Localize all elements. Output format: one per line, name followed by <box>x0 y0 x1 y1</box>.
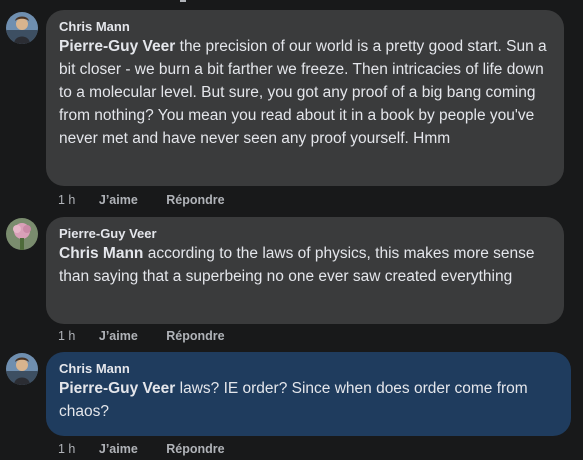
comment-author[interactable]: Chris Mann <box>59 19 552 35</box>
profile-photo-avatar-icon <box>6 218 38 250</box>
profile-photo-avatar-icon <box>6 353 38 385</box>
author-avatar[interactable] <box>6 353 38 385</box>
comment-actions: 1 h J’aime Répondre <box>58 441 225 457</box>
like-button[interactable]: J’aime <box>99 192 138 208</box>
mention-link[interactable]: Chris Mann <box>59 245 143 262</box>
comment-text: Pierre-Guy Veer laws? IE order? Since wh… <box>59 377 559 423</box>
comment-time[interactable]: 1 h <box>58 192 75 208</box>
comment-author[interactable]: Chris Mann <box>59 361 559 377</box>
profile-photo-avatar-icon <box>6 12 38 44</box>
comment-bubble: Pierre-Guy Veer Chris Mann according to … <box>46 217 564 324</box>
mention-link[interactable]: Pierre-Guy Veer <box>59 38 175 55</box>
comment-time[interactable]: 1 h <box>58 441 75 457</box>
reply-button[interactable]: Répondre <box>166 328 224 344</box>
comment-author[interactable]: Pierre-Guy Veer <box>59 226 552 242</box>
reply-button[interactable]: Répondre <box>166 192 224 208</box>
comment-text: Chris Mann according to the laws of phys… <box>59 242 552 288</box>
like-button[interactable]: J’aime <box>99 328 138 344</box>
clipped-previous-content <box>180 0 186 2</box>
mention-link[interactable]: Pierre-Guy Veer <box>59 380 175 397</box>
comment-bubble: Chris Mann Pierre-Guy Veer the precision… <box>46 10 564 186</box>
comment-actions: 1 h J’aime Répondre <box>58 328 225 344</box>
comment-bubble: Chris Mann Pierre-Guy Veer laws? IE orde… <box>46 352 571 436</box>
comment-actions: 1 h J’aime Répondre <box>58 192 225 208</box>
author-avatar[interactable] <box>6 218 38 250</box>
like-button[interactable]: J’aime <box>99 441 138 457</box>
comment-text: Pierre-Guy Veer the precision of our wor… <box>59 35 552 150</box>
reply-button[interactable]: Répondre <box>166 441 224 457</box>
comment-thread: Chris Mann Pierre-Guy Veer the precision… <box>0 0 583 460</box>
author-avatar[interactable] <box>6 12 38 44</box>
comment-time[interactable]: 1 h <box>58 328 75 344</box>
